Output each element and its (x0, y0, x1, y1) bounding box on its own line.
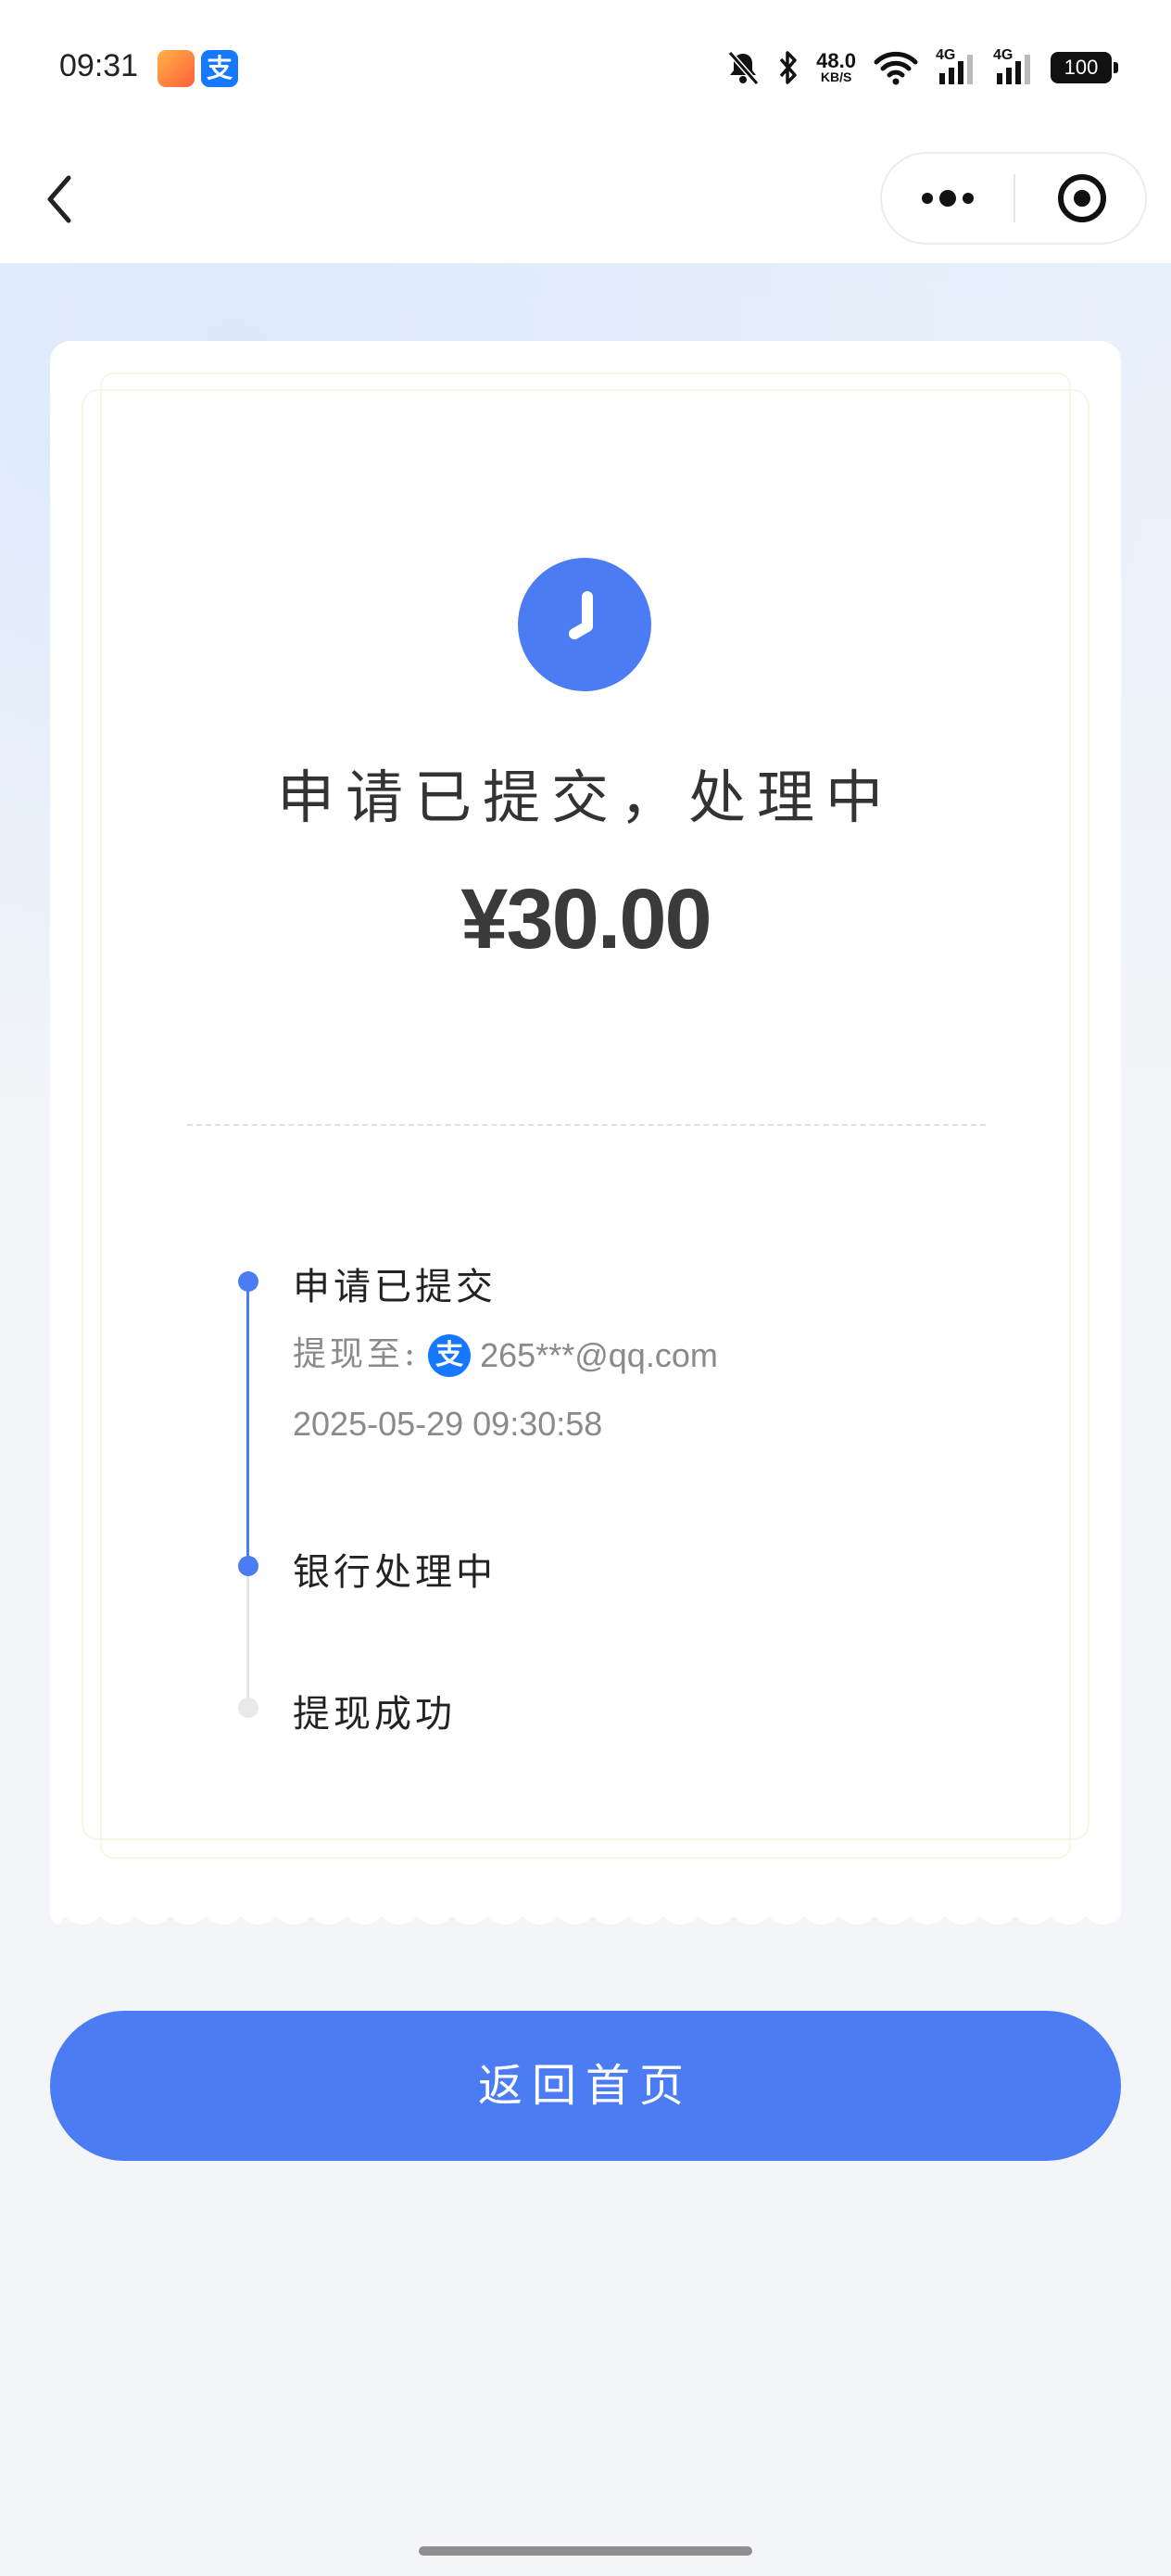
submit-timestamp: 2025-05-29 09:30:58 (293, 1405, 603, 1443)
withdrawal-amount: ¥30.00 (460, 872, 711, 966)
alipay-icon: 支 (428, 1334, 472, 1377)
withdraw-target-label: 提现至: (293, 1335, 420, 1373)
home-indicator (419, 2546, 752, 2556)
wifi-icon (874, 51, 918, 85)
mute-bell-icon (727, 51, 760, 85)
battery-icon: 100 (1051, 52, 1118, 83)
status-badge (518, 558, 651, 691)
mini-program-navbar (0, 139, 1171, 263)
bluetooth-icon (779, 51, 797, 84)
timeline-line-pending (246, 1568, 249, 1701)
back-button[interactable] (35, 167, 91, 232)
capsule-menu (880, 152, 1147, 245)
alipay-notification-icon: 支 (201, 50, 238, 87)
dashed-divider (187, 1124, 986, 1126)
status-title: 申请已提交，处理中 (276, 764, 894, 831)
clock-icon (569, 591, 593, 639)
cellular-signal-icon: 4G (936, 47, 976, 86)
close-mini-program-button[interactable] (1015, 154, 1145, 243)
network-speed: 48.0 KB/S (816, 51, 856, 84)
timeline-dot-processing (238, 1556, 258, 1576)
network-speed-unit: KB/S (820, 69, 852, 84)
timeline-dot-submitted (238, 1271, 258, 1292)
withdrawal-status-page: 09:31 支 48.0 KB/S 4G 4G 100 申请已提交，处理中 ¥3… (0, 0, 1171, 2576)
timeline-step-processing: 银行处理中 (293, 1551, 497, 1594)
chevron-left-icon (47, 175, 71, 223)
return-home-button[interactable]: 返回首页 (50, 2011, 1121, 2161)
more-button[interactable] (882, 154, 1014, 243)
timeline-dot-success (238, 1698, 258, 1718)
cellular-signal-icon-2: 4G (993, 47, 1034, 86)
app-notification-icon (157, 50, 195, 87)
status-icons: 48.0 KB/S 4G 4G 100 (725, 44, 1118, 91)
timeline-step-submitted: 申请已提交 (293, 1266, 497, 1308)
withdraw-target: 提现至: 支 265***@qq.com (293, 1327, 718, 1377)
clock-time: 09:31 (59, 48, 139, 83)
target-close-icon (1058, 174, 1106, 222)
timeline-line-completed (246, 1282, 249, 1562)
timeline-step-success: 提现成功 (293, 1693, 456, 1736)
system-status-bar: 09:31 支 48.0 KB/S 4G 4G 100 (0, 0, 1171, 139)
more-dots-icon (922, 190, 974, 207)
receipt-scalloped-edge (50, 1905, 1121, 1925)
withdraw-account: 265***@qq.com (480, 1336, 718, 1374)
withdrawal-receipt-card: 申请已提交，处理中 ¥30.00 申请已提交 提现至: 支 265***@qq.co… (50, 341, 1121, 1916)
